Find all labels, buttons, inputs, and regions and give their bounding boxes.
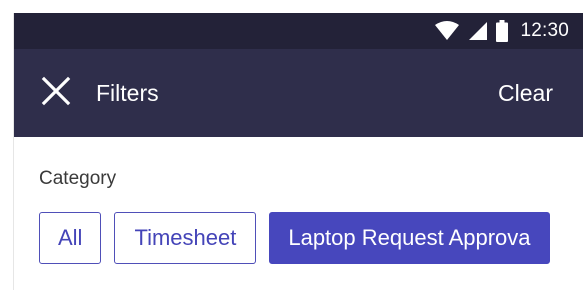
app-window: 12:30 Filters Clear Category All Timeshe… xyxy=(13,13,583,290)
close-button[interactable] xyxy=(36,73,76,113)
category-label: Category xyxy=(39,168,117,189)
clear-button[interactable]: Clear xyxy=(498,77,553,109)
status-icons: 12:30 xyxy=(434,13,569,49)
filters-panel: Category All Timesheet Laptop Request Ap… xyxy=(14,137,583,290)
category-chips: All Timesheet Laptop Request Approva xyxy=(39,212,550,268)
status-time: 12:30 xyxy=(520,20,569,41)
close-icon xyxy=(41,76,71,111)
page-title: Filters xyxy=(96,80,159,106)
chip-timesheet[interactable]: Timesheet xyxy=(114,212,257,264)
wifi-icon xyxy=(434,21,460,41)
chip-laptop-request-approval[interactable]: Laptop Request Approva xyxy=(269,212,550,264)
battery-icon xyxy=(496,20,509,42)
chip-all[interactable]: All xyxy=(39,212,102,264)
status-bar: 12:30 xyxy=(14,13,583,49)
screen-frame: 12:30 Filters Clear Category All Timeshe… xyxy=(0,0,586,290)
app-bar: Filters Clear xyxy=(14,49,583,137)
cell-signal-icon xyxy=(468,21,488,41)
